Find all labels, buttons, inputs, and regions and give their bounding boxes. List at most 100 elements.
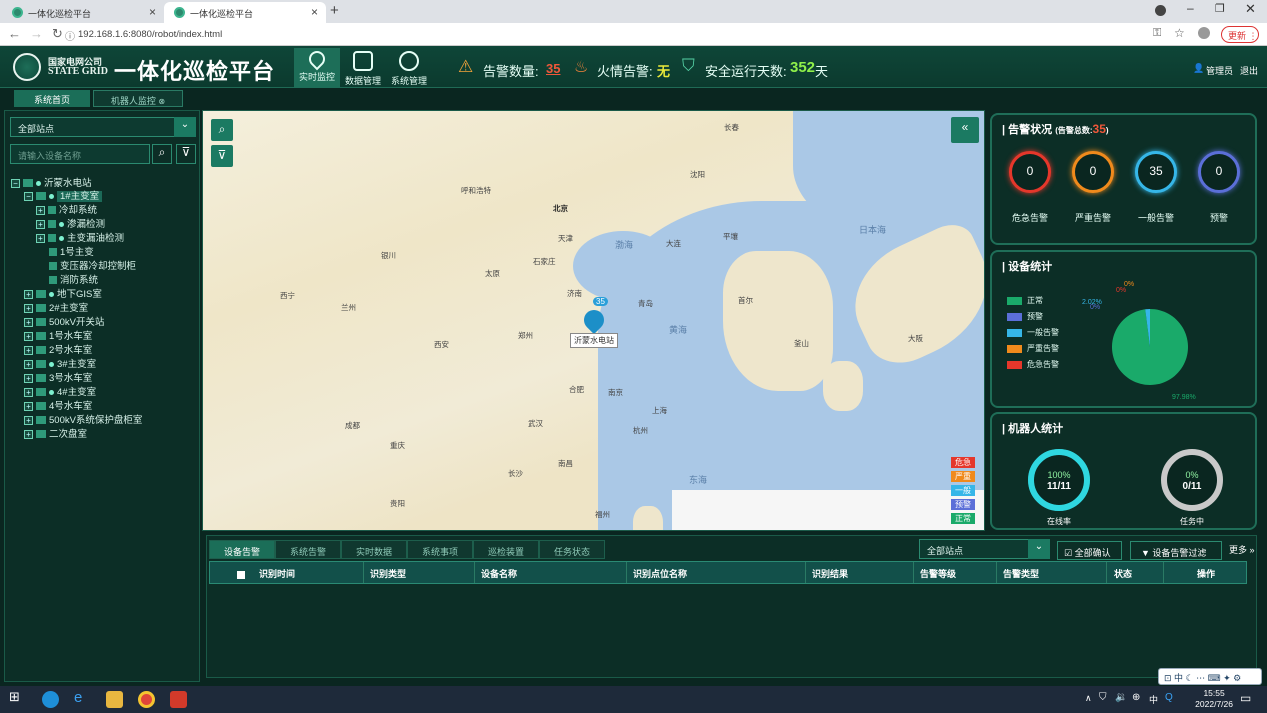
restore-icon[interactable]: ❐ — [1215, 2, 1225, 15]
nav-system-management[interactable]: 系统管理 — [386, 48, 432, 88]
more-link[interactable]: 更多 » — [1229, 543, 1255, 556]
map-filter-icon[interactable]: ⊽ — [211, 145, 233, 167]
qq-tray-icon[interactable]: Q — [1165, 692, 1173, 703]
tree-node[interactable]: 变压器冷却控制柜 — [49, 258, 136, 272]
minimize-icon[interactable]: – — [1187, 1, 1194, 15]
wps-office-icon[interactable] — [170, 691, 187, 708]
ie-browser-icon[interactable]: e — [74, 689, 91, 706]
account-icon[interactable] — [1198, 27, 1210, 39]
filter-icon[interactable]: ⊽ — [176, 144, 196, 164]
tree-node[interactable]: 1号主变 — [49, 244, 94, 258]
tree-node[interactable]: +2号水车室 — [24, 342, 92, 356]
tree-node[interactable]: +3#主变室 — [24, 356, 96, 370]
bookmark-star-icon[interactable]: ☆ — [1174, 26, 1185, 40]
windows-start-icon[interactable]: ⊞ — [9, 689, 26, 706]
chrome-browser-icon[interactable] — [138, 691, 155, 708]
ime-toolbar[interactable]: ⊡ 中 ☾ ⋯ ⌨ ✦ ⚙ — [1158, 668, 1262, 685]
tab-system-alarm[interactable]: 系统告警 — [275, 540, 341, 559]
tab-task-status[interactable]: 任务状态 — [539, 540, 605, 559]
col-header[interactable]: 识别点位名称 — [633, 562, 806, 583]
col-header[interactable]: 操作 — [1197, 562, 1245, 583]
tree-node[interactable]: + 主变漏油检测 — [36, 230, 124, 244]
map-view[interactable]: 呼和浩特 北京 天津 石家庄 太原 济南 青岛 郑州 西安 南京 合肥 武汉 上… — [202, 110, 985, 531]
new-tab-icon[interactable]: + — [330, 2, 339, 19]
file-explorer-icon[interactable] — [106, 691, 123, 708]
tree-node[interactable]: 消防系统 — [49, 272, 98, 286]
chevron-down-icon[interactable]: ⌄ — [1028, 539, 1050, 559]
tab-system-events[interactable]: 系统事项 — [407, 540, 473, 559]
close-tab-icon[interactable]: × — [149, 5, 156, 19]
tree-node[interactable]: +2#主变室 — [24, 300, 88, 314]
alarm-filter-button[interactable]: ▼ 设备告警过滤 — [1130, 541, 1222, 560]
alarm-count-value[interactable]: 35 — [546, 61, 560, 76]
update-button[interactable]: 更新 ⋮ — [1221, 26, 1259, 43]
tree-node[interactable]: +500kV系统保护盘柜室 — [24, 412, 142, 426]
bottom-station-select[interactable]: 全部站点 ⌄ — [919, 539, 1050, 559]
search-icon[interactable]: ⌕ — [152, 144, 172, 164]
forward-icon[interactable]: → — [30, 26, 43, 41]
station-marker-label[interactable]: 沂蒙水电站 — [570, 333, 618, 348]
legend-normal[interactable]: 正常 — [951, 513, 975, 524]
map-search-icon[interactable]: ⌕ — [211, 119, 233, 141]
col-header[interactable]: 设备名称 — [481, 562, 627, 583]
notification-icon[interactable]: ▭ — [1240, 691, 1251, 705]
col-header[interactable]: 告警等级 — [920, 562, 997, 583]
legend-general[interactable]: 一般 — [951, 485, 975, 496]
tree-node[interactable]: + 冷却系统 — [36, 202, 97, 216]
col-header[interactable]: 状态 — [1114, 562, 1164, 583]
browser-tab[interactable]: 一体化巡检平台 × — [2, 2, 164, 23]
select-all-checkbox[interactable] — [237, 571, 245, 579]
tree-node[interactable]: − 沂蒙水电站 — [11, 175, 92, 189]
col-header[interactable]: 识别结果 — [812, 562, 914, 583]
tree-node[interactable]: + 渗漏检测 — [36, 216, 105, 230]
ring-warning[interactable]: 0 — [1198, 151, 1240, 193]
collapse-panel-icon[interactable]: « — [951, 117, 979, 143]
chevron-down-icon[interactable]: ⌄ — [174, 117, 196, 137]
input-mode-indicator[interactable]: 中 — [1149, 693, 1158, 706]
reload-icon[interactable]: ↻ — [52, 26, 63, 42]
tab-realtime-data[interactable]: 实时数据 — [341, 540, 407, 559]
close-tab-icon[interactable]: ⊗ — [158, 97, 165, 106]
device-pie-chart[interactable]: 97.98%2.02%0%0%0% — [1082, 272, 1257, 407]
key-icon[interactable]: ⚿ — [1153, 27, 1161, 40]
volume-icon[interactable]: 🔉 — [1115, 692, 1127, 703]
legend-severe[interactable]: 严重 — [951, 471, 975, 482]
marker-count-badge[interactable]: 35 — [593, 297, 608, 306]
tab-robot-monitor[interactable]: 机器人监控 ⊗ — [93, 90, 183, 107]
tab-inspection-device[interactable]: 巡检装置 — [473, 540, 539, 559]
col-header[interactable]: 识别时间 — [259, 562, 364, 583]
admin-label[interactable]: 管理员 — [1206, 64, 1233, 77]
device-search-input[interactable]: 请输入设备名称 — [10, 144, 150, 164]
tree-node-selected[interactable]: −1#主变室 — [24, 188, 103, 202]
tree-node[interactable]: +4#主变室 — [24, 384, 96, 398]
confirm-all-button[interactable]: ☑ 全部确认 — [1057, 541, 1122, 560]
tab-home[interactable]: 系统首页 — [14, 90, 90, 107]
back-icon[interactable]: ← — [8, 26, 21, 41]
station-select[interactable]: 全部站点 ⌄ — [10, 117, 196, 137]
ring-severe[interactable]: 0 — [1072, 151, 1114, 193]
system-clock[interactable]: 15:55 2022/7/26 — [1195, 688, 1233, 710]
edge-browser-icon[interactable] — [42, 691, 59, 708]
tray-chevron-up-icon[interactable]: ∧ — [1085, 693, 1092, 704]
tree-node[interactable]: +4号水车室 — [24, 398, 92, 412]
legend-warning[interactable]: 预警 — [951, 499, 975, 510]
browser-tab-active[interactable]: 一体化巡检平台 × — [164, 2, 326, 23]
profile-menu-icon[interactable] — [1155, 5, 1166, 16]
url-field[interactable]: 192.168.1.6:8080/robot/index.html — [78, 29, 222, 40]
nav-realtime-monitor[interactable]: 实时监控 — [294, 47, 340, 88]
tree-node[interactable]: + 二次盘室 — [24, 426, 87, 440]
col-header[interactable]: 识别类型 — [370, 562, 475, 583]
tree-node[interactable]: +500kV开关站 — [24, 314, 104, 328]
nav-data-management[interactable]: 数据管理 — [340, 48, 386, 88]
ring-general[interactable]: 35 — [1135, 151, 1177, 193]
info-icon[interactable]: ⓘ — [65, 28, 75, 43]
tree-node[interactable]: + 地下GIS室 — [24, 286, 102, 300]
tree-node[interactable]: +3号水车室 — [24, 370, 92, 384]
logout-link[interactable]: 退出 — [1240, 64, 1258, 77]
close-window-icon[interactable]: ✕ — [1245, 1, 1256, 17]
ring-critical[interactable]: 0 — [1009, 151, 1051, 193]
legend-critical[interactable]: 危急 — [951, 457, 975, 468]
tree-node[interactable]: +1号水车室 — [24, 328, 92, 342]
col-header[interactable]: 告警类型 — [1003, 562, 1107, 583]
close-tab-icon[interactable]: × — [311, 5, 318, 19]
